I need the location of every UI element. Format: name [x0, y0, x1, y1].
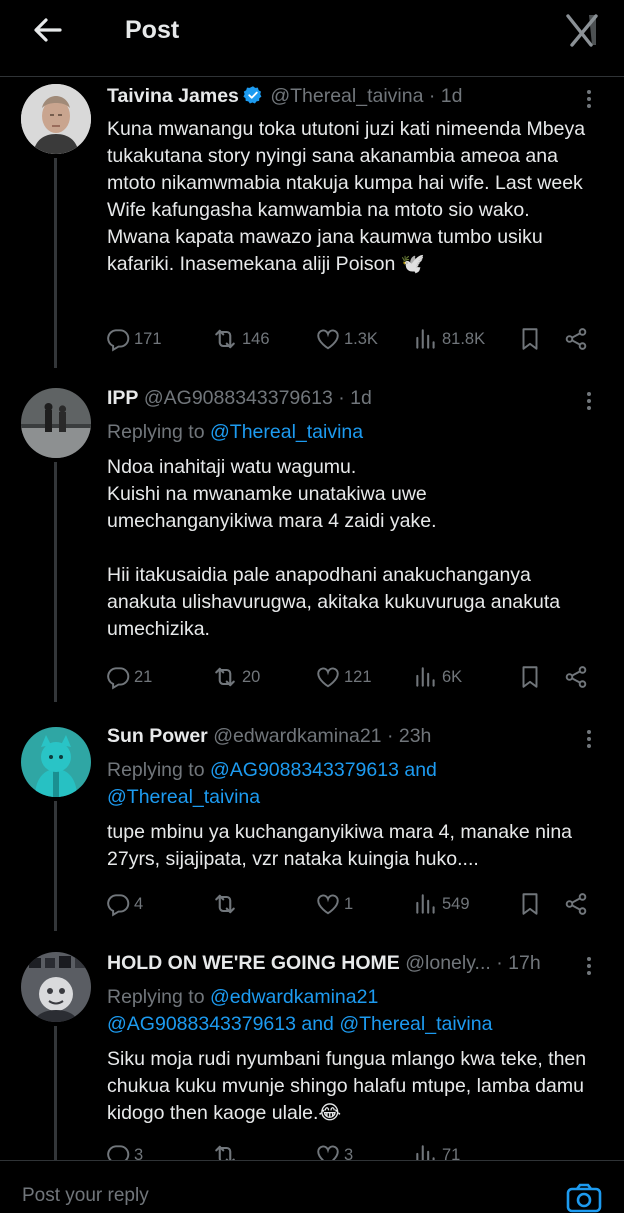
repost-icon	[211, 325, 239, 353]
avatar[interactable]	[21, 84, 91, 154]
share-icon	[563, 891, 589, 917]
post-header: IPP @AG9088343379613 · 1d	[107, 387, 372, 409]
views-button[interactable]: 6K	[413, 662, 462, 692]
camera-icon[interactable]	[566, 1183, 602, 1213]
post-time[interactable]: 1d	[441, 85, 463, 107]
x-logo-icon[interactable]	[562, 10, 602, 50]
reply-icon	[105, 664, 131, 690]
action-bar: 4 1 549	[105, 889, 595, 919]
post-text: Siku moja rudi nyumbani fungua mlango kw…	[107, 1048, 587, 1124]
more-options-icon[interactable]	[583, 955, 595, 977]
views-icon	[413, 326, 439, 352]
page-title: Post	[125, 16, 180, 44]
post-text: Ndoa inahitaji watu wagumu. Kuishi na mw…	[107, 456, 561, 640]
repost-button[interactable]: 20	[211, 662, 260, 692]
bookmark-icon	[517, 326, 543, 352]
views-button[interactable]: 549	[413, 889, 470, 919]
more-options-icon[interactable]	[583, 728, 595, 750]
share-button[interactable]	[563, 662, 589, 692]
bookmark-button[interactable]	[517, 662, 543, 692]
heart-icon	[315, 891, 341, 917]
action-bar: 21 20 121 6K	[105, 662, 595, 692]
author-name[interactable]: HOLD ON WE'RE GOING HOME	[107, 952, 400, 974]
reply-button[interactable]: 4	[105, 889, 143, 919]
post-header: HOLD ON WE'RE GOING HOME @lonely... · 17…	[107, 952, 541, 974]
thread-line	[54, 1026, 57, 1166]
avatar[interactable]	[21, 952, 91, 1022]
back-arrow-icon[interactable]	[30, 12, 70, 48]
thread-line	[54, 801, 57, 931]
reply-button[interactable]: 21	[105, 662, 152, 692]
mention-link[interactable]: @Thereal_taivina	[210, 421, 363, 443]
post-time[interactable]: 17h	[508, 952, 541, 974]
author-name[interactable]: Sun Power	[107, 725, 208, 747]
thread-line	[54, 462, 57, 702]
repost-button[interactable]: 146	[211, 324, 270, 354]
mention-link[interactable]: @AG9088343379613 and @Thereal_taivina	[107, 1013, 492, 1035]
mention-link[interactable]: @edwardkamina21	[210, 986, 378, 1008]
author-name[interactable]: IPP	[107, 387, 138, 409]
replying-to: Replying to @Thereal_taivina	[107, 421, 364, 443]
heart-icon	[315, 326, 341, 352]
more-options-icon[interactable]	[583, 88, 595, 110]
views-icon	[413, 664, 439, 690]
share-button[interactable]	[563, 889, 589, 919]
bookmark-button[interactable]	[517, 324, 543, 354]
post-text: Kuna mwanangu toka ututoni juzi kati nim…	[107, 118, 586, 275]
like-button[interactable]: 121	[315, 662, 372, 692]
author-name[interactable]: Taivina James	[107, 85, 239, 107]
share-button[interactable]	[563, 324, 589, 354]
bookmark-icon	[517, 891, 543, 917]
post-text: tupe mbinu ya kuchanganyikiwa mara 4, ma…	[107, 821, 573, 870]
action-bar: 171 146 1.3K 81.8K	[105, 324, 595, 354]
like-button[interactable]: 1	[315, 889, 353, 919]
mention-link[interactable]: @Thereal_taivina	[107, 786, 260, 808]
mention-link[interactable]: @AG9088343379613 and	[210, 759, 437, 781]
views-icon	[413, 891, 439, 917]
repost-icon	[211, 663, 239, 691]
replying-to: Replying to @AG9088343379613 and @Therea…	[107, 759, 437, 808]
repost-button[interactable]	[211, 889, 242, 919]
reply-icon	[105, 891, 131, 917]
top-bar: Post	[0, 0, 624, 77]
post-header: Taivina James @Thereal_taivina · 1d	[107, 85, 463, 107]
author-handle[interactable]: @edwardkamina21	[213, 725, 381, 747]
avatar[interactable]	[21, 727, 91, 797]
reply-icon	[105, 326, 131, 352]
author-handle[interactable]: @lonely...	[405, 952, 491, 974]
like-button[interactable]: 1.3K	[315, 324, 378, 354]
avatar[interactable]	[21, 388, 91, 458]
post-time[interactable]: 1d	[350, 387, 372, 409]
post-header: Sun Power @edwardkamina21 · 23h	[107, 725, 432, 747]
reply-input[interactable]: Post your reply	[22, 1185, 149, 1207]
reply-button[interactable]: 171	[105, 324, 162, 354]
replying-to: Replying to @edwardkamina21 @AG908834337…	[107, 986, 493, 1035]
verified-badge-icon	[243, 85, 263, 105]
more-options-icon[interactable]	[583, 390, 595, 412]
author-handle[interactable]: @Thereal_taivina	[270, 85, 423, 107]
reply-composer: Post your reply	[0, 1160, 624, 1213]
author-handle[interactable]: @AG9088343379613	[144, 387, 333, 409]
views-button[interactable]: 81.8K	[413, 324, 485, 354]
post-time[interactable]: 23h	[399, 725, 432, 747]
share-icon	[563, 664, 589, 690]
repost-icon	[211, 890, 239, 918]
thread-line	[54, 158, 57, 368]
heart-icon	[315, 664, 341, 690]
bookmark-icon	[517, 664, 543, 690]
share-icon	[563, 326, 589, 352]
bookmark-button[interactable]	[517, 889, 543, 919]
